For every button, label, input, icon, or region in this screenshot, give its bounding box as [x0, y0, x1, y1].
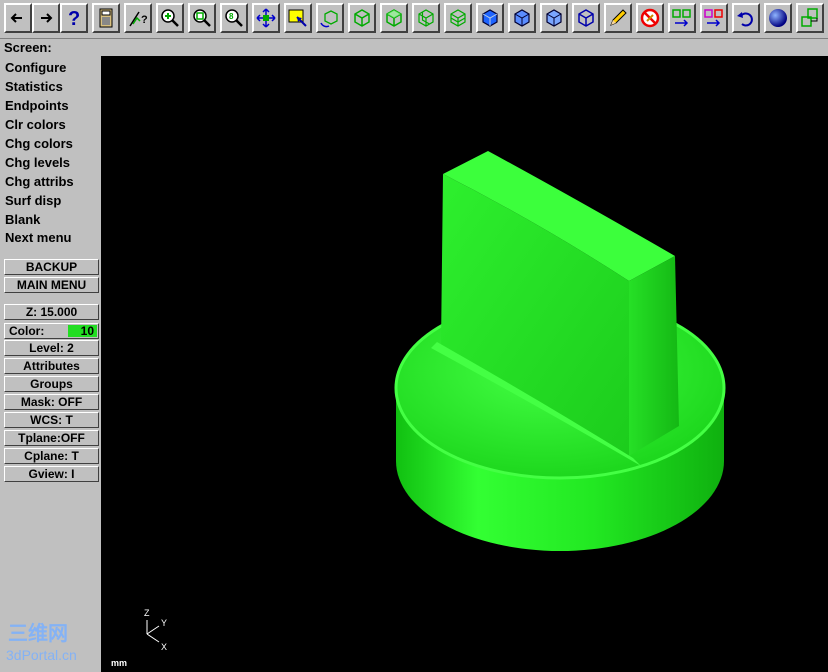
- cube-blue-3-icon[interactable]: [540, 3, 568, 33]
- copy-geometry-icon[interactable]: [700, 3, 728, 33]
- mask-button[interactable]: Mask: OFF: [4, 394, 99, 410]
- cube-green-icon[interactable]: [380, 3, 408, 33]
- help-icon[interactable]: ?: [60, 3, 88, 33]
- cube-blue-2-icon[interactable]: [508, 3, 536, 33]
- fin-side-face: [629, 256, 679, 456]
- svg-text:?: ?: [68, 8, 80, 29]
- zoom-out-icon[interactable]: [188, 3, 216, 33]
- level-button[interactable]: Level: 2: [4, 340, 99, 356]
- axis-y-label: Y: [161, 618, 167, 628]
- backup-button[interactable]: BACKUP: [4, 259, 99, 275]
- calculator-icon[interactable]: [92, 3, 120, 33]
- axis-indicator: Z Y X: [144, 608, 167, 652]
- no-paint-icon[interactable]: [636, 3, 664, 33]
- axis-z-label: Z: [144, 608, 150, 618]
- svg-text:8: 8: [229, 12, 234, 21]
- rotate-view-icon[interactable]: [316, 3, 344, 33]
- menu-item-chg-colors[interactable]: Chg colors: [5, 135, 97, 152]
- tplane-button[interactable]: Tplane:OFF: [4, 430, 99, 446]
- color-swatch: 10: [68, 325, 97, 337]
- select-window-icon[interactable]: [284, 3, 312, 33]
- undo-icon[interactable]: [732, 3, 760, 33]
- color-button[interactable]: Color: 10: [4, 323, 99, 339]
- zoom-8-icon[interactable]: 8: [220, 3, 248, 33]
- attributes-button[interactable]: Attributes: [4, 358, 99, 374]
- menu-item-next-menu[interactable]: Next menu: [5, 229, 97, 246]
- move-geometry-icon[interactable]: [668, 3, 696, 33]
- menu-item-blank[interactable]: Blank: [5, 211, 97, 228]
- main-menu-button[interactable]: MAIN MENU: [4, 277, 99, 293]
- menu-item-configure[interactable]: Configure: [5, 59, 97, 76]
- toolbar: ? ? 8: [0, 0, 828, 39]
- analyze-icon[interactable]: ?: [124, 3, 152, 33]
- menu-item-clr-colors[interactable]: Clr colors: [5, 116, 97, 133]
- menu-item-endpoints[interactable]: Endpoints: [5, 97, 97, 114]
- cube-green-mesh-icon[interactable]: [444, 3, 472, 33]
- axis-x-label: X: [161, 642, 167, 652]
- pencil-icon[interactable]: [604, 3, 632, 33]
- svg-text:3dPortal.cn: 3dPortal.cn: [6, 647, 77, 663]
- color-label: Color:: [9, 324, 45, 338]
- cplane-button[interactable]: Cplane: T: [4, 448, 99, 464]
- sidebar: Configure Statistics Endpoints Clr color…: [0, 56, 101, 672]
- wcs-button[interactable]: WCS: T: [4, 412, 99, 428]
- sphere-render-icon[interactable]: [764, 3, 792, 33]
- units-label: mm: [111, 658, 128, 668]
- wireframe-cube-icon[interactable]: [348, 3, 376, 33]
- cube-green-shaded-icon[interactable]: [412, 3, 440, 33]
- prompt-label: Screen:: [4, 40, 52, 55]
- cube-outline-icon[interactable]: [572, 3, 600, 33]
- menu-item-statistics[interactable]: Statistics: [5, 78, 97, 95]
- model-render: [394, 151, 726, 551]
- layers-icon[interactable]: [796, 3, 824, 33]
- groups-button[interactable]: Groups: [4, 376, 99, 392]
- zoom-in-icon[interactable]: [156, 3, 184, 33]
- z-depth-button[interactable]: Z: 15.000: [4, 304, 99, 320]
- menu-item-chg-attribs[interactable]: Chg attribs: [5, 173, 97, 190]
- cube-blue-icon[interactable]: [476, 3, 504, 33]
- graphics-viewport[interactable]: Z Y X mm: [101, 56, 828, 672]
- gview-button[interactable]: Gview: I: [4, 466, 99, 482]
- svg-text:?: ?: [141, 14, 148, 26]
- menu-item-surf-disp[interactable]: Surf disp: [5, 192, 97, 209]
- arrow-left-icon[interactable]: [4, 3, 32, 33]
- svg-text:三维网: 三维网: [8, 621, 68, 645]
- menu-item-chg-levels[interactable]: Chg levels: [5, 154, 97, 171]
- pan-icon[interactable]: [252, 3, 280, 33]
- arrow-right-icon[interactable]: [32, 3, 60, 33]
- watermark-logo: 三维网 3dPortal.cn: [6, 621, 77, 663]
